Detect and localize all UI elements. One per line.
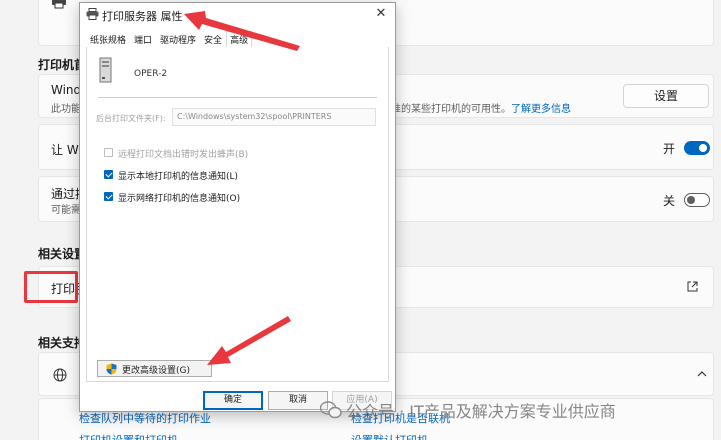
arrow-to-title [184,11,300,51]
arrow-to-advanced-button [207,316,291,365]
annotation-arrows [184,11,300,365]
wechat-icon [320,401,342,419]
watermark-text: 公众号 · IT产品及解决方案专业供应商 [346,402,616,421]
